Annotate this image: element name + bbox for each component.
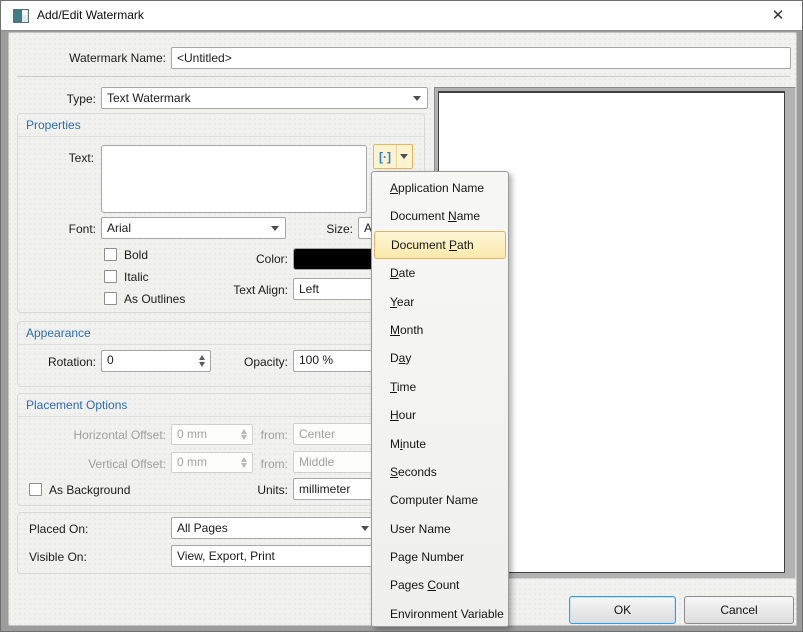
vertical-offset-label: Vertical Offset: bbox=[21, 457, 166, 471]
add-edit-watermark-dialog: Add/Edit Watermark ✕ Watermark Name: <Un… bbox=[0, 0, 803, 632]
vertical-offset-stepper: 0 mm bbox=[171, 452, 253, 473]
placed-on-select[interactable]: All Pages bbox=[171, 517, 376, 539]
watermark-name-input[interactable]: <Untitled> bbox=[171, 47, 791, 69]
as-outlines-label: As Outlines bbox=[124, 292, 185, 306]
chevron-down-icon bbox=[271, 226, 279, 231]
menu-item-application-name[interactable]: Application Name bbox=[372, 174, 508, 202]
vertical-from-select: Middle bbox=[293, 451, 379, 473]
menu-item-computer-name[interactable]: Computer Name bbox=[372, 486, 508, 514]
menu-item-hour[interactable]: Hour bbox=[372, 401, 508, 429]
vertical-from-label: from: bbox=[248, 457, 288, 471]
spin-up-icon bbox=[241, 457, 247, 462]
vertical-from-value: Middle bbox=[299, 455, 334, 469]
placement-options-caption: Placement Options bbox=[18, 394, 424, 417]
opacity-label: Opacity: bbox=[218, 355, 288, 369]
watermark-name-label: Watermark Name: bbox=[21, 51, 166, 65]
chevron-down-icon bbox=[361, 526, 369, 531]
text-input[interactable] bbox=[101, 145, 367, 213]
units-value: millimeter bbox=[299, 482, 350, 496]
color-swatch-fill bbox=[294, 249, 378, 269]
spin-up-icon[interactable] bbox=[199, 355, 205, 360]
macro-menu: Application NameDocument NameDocument Pa… bbox=[371, 171, 509, 627]
italic-checkbox[interactable] bbox=[104, 270, 117, 283]
horizontal-offset-stepper: 0 mm bbox=[171, 424, 253, 445]
horizontal-from-label: from: bbox=[248, 428, 288, 442]
as-background-label: As Background bbox=[49, 483, 130, 497]
units-label: Units: bbox=[228, 483, 288, 497]
menu-item-document-name[interactable]: Document Name bbox=[372, 202, 508, 230]
visible-on-label: Visible On: bbox=[29, 550, 87, 564]
menu-item-year[interactable]: Year bbox=[372, 288, 508, 316]
menu-item-month[interactable]: Month bbox=[372, 316, 508, 344]
italic-label: Italic bbox=[124, 270, 149, 284]
font-label: Font: bbox=[41, 222, 96, 236]
rotation-label: Rotation: bbox=[21, 355, 96, 369]
menu-item-user-name[interactable]: User Name bbox=[372, 515, 508, 543]
placed-on-value: All Pages bbox=[177, 521, 228, 535]
type-select[interactable]: Text Watermark bbox=[101, 87, 428, 109]
insert-macro-button[interactable]: [·] bbox=[373, 144, 413, 169]
appearance-caption: Appearance bbox=[18, 322, 424, 345]
macro-bracket-icon: [·] bbox=[374, 150, 396, 164]
color-label: Color: bbox=[218, 252, 288, 266]
menu-item-pages-count[interactable]: Pages Count bbox=[372, 571, 508, 599]
opacity-value: 100 % bbox=[299, 353, 333, 367]
title-bar: Add/Edit Watermark ✕ bbox=[1, 1, 803, 31]
chevron-down-icon bbox=[413, 96, 421, 101]
ok-button[interactable]: OK bbox=[569, 596, 676, 624]
macro-dropdown-arrow[interactable] bbox=[396, 145, 411, 168]
menu-item-seconds[interactable]: Seconds bbox=[372, 458, 508, 486]
type-value: Text Watermark bbox=[107, 91, 191, 105]
size-label: Size: bbox=[301, 222, 353, 236]
rotation-value: 0 bbox=[107, 353, 114, 367]
spin-up-icon bbox=[241, 429, 247, 434]
rotation-stepper[interactable]: 0 bbox=[101, 350, 211, 372]
horizontal-from-value: Center bbox=[299, 427, 335, 441]
horizontal-offset-value: 0 mm bbox=[177, 427, 207, 441]
header-separator bbox=[17, 76, 790, 77]
horizontal-offset-label: Horizontal Offset: bbox=[21, 428, 166, 442]
app-window-icon bbox=[13, 9, 29, 23]
close-icon[interactable]: ✕ bbox=[758, 3, 798, 29]
type-label: Type: bbox=[21, 92, 96, 106]
placed-on-label: Placed On: bbox=[29, 522, 88, 536]
color-swatch[interactable] bbox=[293, 248, 379, 270]
menu-item-date[interactable]: Date bbox=[372, 259, 508, 287]
as-outlines-checkbox[interactable] bbox=[104, 292, 117, 305]
menu-item-environment-variable[interactable]: Environment Variable bbox=[372, 600, 508, 628]
text-align-value: Left bbox=[299, 282, 319, 296]
horizontal-from-select: Center bbox=[293, 423, 379, 445]
bold-label: Bold bbox=[124, 248, 148, 262]
spin-down-icon[interactable] bbox=[199, 362, 205, 367]
menu-item-document-path[interactable]: Document Path bbox=[374, 231, 506, 259]
menu-item-minute[interactable]: Minute bbox=[372, 430, 508, 458]
spin-down-icon bbox=[241, 463, 247, 468]
bold-checkbox[interactable] bbox=[104, 248, 117, 261]
vertical-offset-value: 0 mm bbox=[177, 455, 207, 469]
text-align-label: Text Align: bbox=[208, 283, 288, 297]
as-background-checkbox[interactable] bbox=[29, 483, 42, 496]
font-select[interactable]: Arial bbox=[101, 217, 286, 239]
spin-down-icon bbox=[241, 435, 247, 440]
menu-item-page-number[interactable]: Page Number bbox=[372, 543, 508, 571]
text-label: Text: bbox=[31, 151, 94, 165]
menu-item-day[interactable]: Day bbox=[372, 344, 508, 372]
menu-item-time[interactable]: Time bbox=[372, 373, 508, 401]
chevron-down-icon bbox=[400, 154, 408, 159]
font-value: Arial bbox=[107, 221, 131, 235]
properties-caption: Properties bbox=[18, 114, 424, 137]
cancel-button[interactable]: Cancel bbox=[684, 596, 794, 624]
dialog-title: Add/Edit Watermark bbox=[37, 8, 144, 22]
